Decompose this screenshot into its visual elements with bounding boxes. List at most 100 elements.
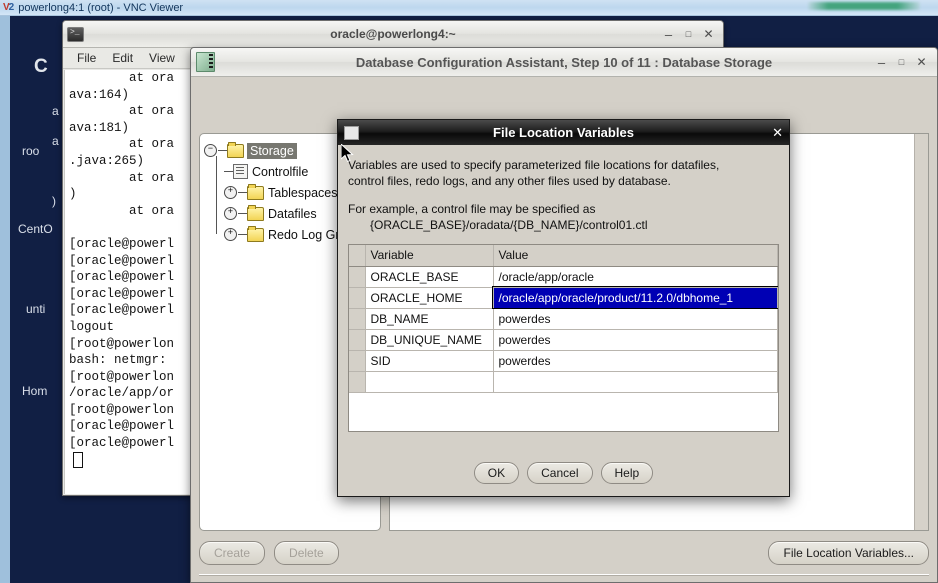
- flv-button-row: OK Cancel Help: [338, 462, 789, 484]
- terminal-titlebar[interactable]: >_ oracle@powerlong4:~ – □ ✕: [63, 21, 723, 48]
- cell-value[interactable]: /oracle/app/oracle/product/11.2.0/dbhome…: [492, 286, 778, 309]
- desktop-bg-fragment: CentO: [18, 222, 53, 236]
- vnc-titlebar[interactable]: V2 powerlong4:1 (root) - VNC Viewer: [0, 0, 938, 16]
- tree-item-label: Storage: [247, 142, 297, 159]
- tree-vertical-line: [216, 156, 217, 234]
- row-gutter-header: [349, 245, 366, 267]
- row-gutter[interactable]: [349, 308, 366, 330]
- column-header-variable[interactable]: Variable: [365, 245, 494, 267]
- row-gutter[interactable]: [349, 371, 366, 393]
- tree-connector: [238, 234, 247, 235]
- vnc-logo-icon: V2: [3, 1, 14, 13]
- create-button[interactable]: Create: [199, 541, 266, 565]
- collapse-toggle-icon[interactable]: −: [204, 144, 217, 157]
- cell-value[interactable]: powerdes: [493, 308, 778, 330]
- tree-connector: [238, 192, 247, 193]
- tree-connector: [224, 171, 233, 172]
- cancel-button[interactable]: Cancel: [527, 462, 593, 484]
- flv-body: Variables are used to specify parameteri…: [338, 145, 789, 496]
- delete-button[interactable]: Delete: [274, 541, 339, 565]
- row-gutter[interactable]: [349, 329, 366, 351]
- help-button[interactable]: Help: [600, 462, 654, 484]
- desktop-bg-fragment: Hom: [22, 384, 48, 398]
- table-header-row: Variable Value: [349, 245, 778, 267]
- green-blur-blob-icon: [808, 2, 920, 10]
- folder-icon: [247, 225, 264, 242]
- terminal-window-buttons: – □ ✕: [663, 28, 719, 41]
- tree-connector: [238, 213, 247, 214]
- flv-variables-table: Variable Value ORACLE_BASE /oracle/app/o…: [349, 245, 778, 393]
- menu-item-edit[interactable]: Edit: [104, 49, 141, 67]
- cell-variable[interactable]: ORACLE_BASE: [365, 266, 494, 288]
- terminal-title-label: oracle@powerlong4:~: [330, 27, 456, 41]
- minimize-icon[interactable]: –: [876, 56, 887, 69]
- close-icon[interactable]: ✕: [916, 56, 927, 68]
- table-row[interactable]: DB_NAME powerdes: [349, 308, 778, 330]
- flv-example-intro: For example, a control file may be speci…: [348, 202, 596, 216]
- dbca-titlebar[interactable]: Database Configuration Assistant, Step 1…: [191, 48, 937, 77]
- close-icon[interactable]: ✕: [772, 126, 783, 139]
- vnc-title-label: powerlong4:1 (root) - VNC Viewer: [18, 1, 184, 14]
- flv-titlebar[interactable]: File Location Variables ✕: [338, 120, 789, 145]
- desktop-bg-fragment: a: [52, 134, 59, 148]
- cell-value[interactable]: powerdes: [493, 350, 778, 372]
- dbca-title-label: Database Configuration Assistant, Step 1…: [355, 54, 773, 70]
- flv-example-path: {ORACLE_BASE}/oradata/{DB_NAME}/control0…: [370, 218, 648, 232]
- desktop-bg-fragment: a: [52, 104, 59, 118]
- row-gutter[interactable]: [349, 266, 366, 288]
- tree-item-label: Datafiles: [268, 206, 317, 221]
- file-location-variables-dialog[interactable]: File Location Variables ✕ Variables are …: [337, 119, 790, 497]
- expand-toggle-icon[interactable]: +: [224, 186, 237, 199]
- detail-scrollbar[interactable]: [914, 134, 928, 530]
- cell-variable[interactable]: ORACLE_HOME: [365, 287, 494, 309]
- row-gutter[interactable]: [349, 287, 366, 309]
- folder-icon: [247, 183, 264, 200]
- tree-item-label: Redo Log Gro: [268, 227, 347, 242]
- tree-item-label: Tablespaces: [268, 185, 338, 200]
- file-location-variables-button[interactable]: File Location Variables...: [768, 541, 929, 565]
- flv-description-line: Variables are used to specify parameteri…: [348, 158, 720, 172]
- table-row-empty[interactable]: [349, 371, 778, 393]
- row-gutter[interactable]: [349, 350, 366, 372]
- flv-title-label: File Location Variables: [493, 125, 634, 140]
- terminal-icon: >_: [67, 26, 84, 42]
- expand-toggle-icon[interactable]: +: [224, 207, 237, 220]
- flv-variables-table-container[interactable]: Variable Value ORACLE_BASE /oracle/app/o…: [348, 244, 779, 432]
- tree-connector: [218, 150, 227, 151]
- dbca-toolbar: Create Delete File Location Variables...: [199, 535, 929, 571]
- table-row[interactable]: ORACLE_BASE /oracle/app/oracle: [349, 266, 778, 288]
- cell-value[interactable]: powerdes: [493, 329, 778, 351]
- cell-variable[interactable]: DB_UNIQUE_NAME: [365, 329, 494, 351]
- expand-toggle-icon[interactable]: +: [224, 228, 237, 241]
- table-row[interactable]: DB_UNIQUE_NAME powerdes: [349, 329, 778, 351]
- menu-item-view[interactable]: View: [141, 49, 183, 67]
- dialog-icon: [344, 125, 359, 140]
- folder-icon: [247, 204, 264, 221]
- desktop-bg-fragment: C: [34, 56, 48, 77]
- dbca-window-buttons: – □ ✕: [876, 56, 932, 69]
- desktop-left-strip: [0, 16, 10, 583]
- dbca-separator: [199, 574, 929, 576]
- cell-variable[interactable]: [365, 371, 494, 393]
- cell-value[interactable]: [493, 371, 778, 393]
- minimize-icon[interactable]: –: [663, 28, 674, 41]
- ok-button[interactable]: OK: [473, 462, 520, 484]
- menu-item-file[interactable]: File: [69, 49, 104, 67]
- column-header-value[interactable]: Value: [493, 245, 778, 267]
- cell-variable[interactable]: DB_NAME: [365, 308, 494, 330]
- table-row-selected[interactable]: ORACLE_HOME /oracle/app/oracle/product/1…: [349, 286, 778, 309]
- dbca-app-icon: [196, 52, 215, 72]
- flv-gap: [348, 189, 779, 201]
- cell-value[interactable]: /oracle/app/oracle: [493, 266, 778, 288]
- desktop-bg-fragment: unti: [26, 302, 46, 316]
- close-icon[interactable]: ✕: [703, 28, 714, 40]
- maximize-icon[interactable]: □: [896, 57, 907, 67]
- controlfile-icon: [233, 164, 248, 179]
- maximize-icon[interactable]: □: [683, 29, 694, 39]
- vnc-viewer-screen: V2 powerlong4:1 (root) - VNC Viewer C a …: [0, 0, 938, 583]
- flv-description-line: control files, redo logs, and any other …: [348, 174, 671, 188]
- remote-desktop: C a a roo ) CentO unti Hom >_ oracle@pow…: [0, 16, 938, 583]
- table-row[interactable]: SID powerdes: [349, 350, 778, 372]
- folder-icon: [227, 141, 244, 158]
- cell-variable[interactable]: SID: [365, 350, 494, 372]
